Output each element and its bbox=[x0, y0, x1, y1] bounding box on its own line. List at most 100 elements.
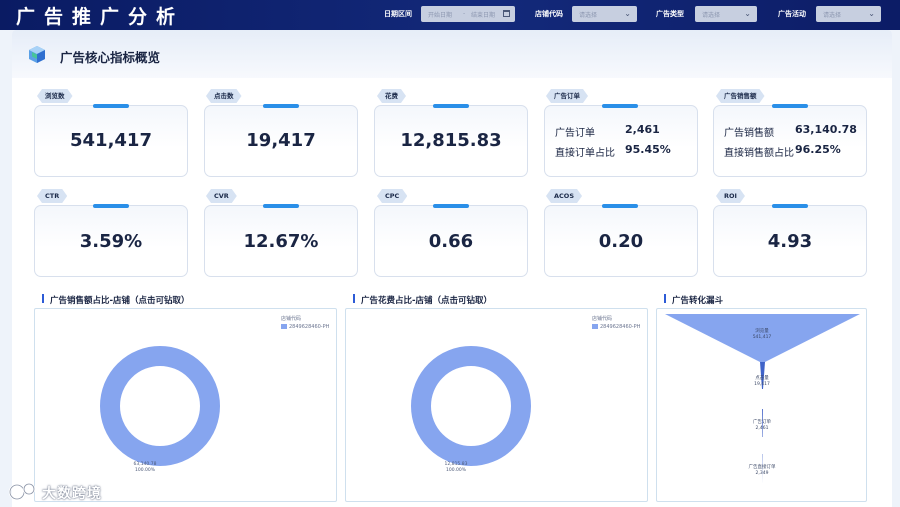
cube-icon bbox=[29, 46, 45, 63]
legend-item[interactable]: 2849628460-PH bbox=[592, 324, 640, 330]
campaign-placeholder: 请选择 bbox=[823, 12, 842, 19]
funnel-label-views: 浏览量 541,417 bbox=[747, 329, 777, 341]
kpi-value: 4.93 bbox=[767, 231, 813, 252]
sales-label: 广告销售额 bbox=[724, 128, 774, 139]
legend-label: 2849628460-PH bbox=[289, 324, 330, 330]
kpi-card-views[interactable]: 541,417 bbox=[34, 105, 188, 177]
legend-swatch bbox=[281, 324, 287, 329]
shop-code-select[interactable]: 请选择 ⌄ bbox=[572, 6, 637, 22]
sales-value: 63,140.78 bbox=[795, 123, 857, 136]
orders-label: 广告订单 bbox=[555, 128, 595, 139]
calendar-icon[interactable] bbox=[503, 10, 510, 17]
direct-orders-ratio-value: 95.45% bbox=[625, 143, 671, 156]
title-marker bbox=[353, 294, 355, 303]
spend-donut[interactable] bbox=[406, 341, 536, 471]
top-bar: 广告推广分析 日期区间 开始日期 - 结束日期 店铺代码 请选择 ⌄ 广告类型 … bbox=[0, 0, 900, 30]
kpi-card-orders[interactable]: 广告订单 2,461 直接订单占比 95.45% bbox=[544, 105, 698, 177]
spend-percent-label: 100.00% bbox=[445, 468, 467, 473]
sales-share-chart[interactable]: 店铺代码 2849628460-PH 63,140.78 100.00% bbox=[34, 308, 337, 502]
kpi-tag-cpc: CPC bbox=[377, 189, 407, 203]
kpi-value: 0.20 bbox=[598, 231, 644, 252]
funnel-title: 广告转化漏斗 bbox=[672, 296, 724, 306]
section-title: 广告核心指标概览 bbox=[60, 50, 161, 65]
kpi-value: 541,417 bbox=[70, 130, 152, 151]
date-start-input[interactable]: 开始日期 bbox=[428, 10, 452, 19]
ad-type-select[interactable]: 请选择 ⌄ bbox=[695, 6, 757, 22]
chevron-down-icon: ⌄ bbox=[624, 9, 631, 18]
campaign-label: 广告活动 bbox=[778, 10, 806, 18]
card-accent bbox=[433, 104, 469, 108]
legend-item[interactable]: 2849628460-PH bbox=[281, 324, 329, 330]
legend-swatch bbox=[592, 324, 598, 329]
kpi-value: 12.67% bbox=[243, 231, 319, 252]
ad-type-placeholder: 请选择 bbox=[702, 12, 721, 19]
kpi-tag-acos: ACOS bbox=[546, 189, 582, 203]
card-accent bbox=[93, 104, 129, 108]
legend-label: 2849628460-PH bbox=[600, 324, 641, 330]
funnel-stage-value: 2,349 bbox=[755, 471, 769, 476]
card-accent bbox=[263, 104, 299, 108]
kpi-card-ctr[interactable]: 3.59% bbox=[34, 205, 188, 277]
kpi-tag-roi: ROI bbox=[716, 189, 745, 203]
funnel-stage-value: 541,417 bbox=[752, 335, 772, 340]
funnel-stage-value: 2,461 bbox=[755, 426, 769, 431]
funnel-label-clicks: 点击量 19,417 bbox=[747, 376, 777, 388]
funnel-chart[interactable]: 浏览量 541,417 点击量 19,417 广告订单 2,461 广告直接订单… bbox=[656, 308, 867, 502]
main-panel: 广告核心指标概览 541,417 19,417 12,815.83 广告订单 2… bbox=[12, 30, 892, 507]
kpi-card-clicks[interactable]: 19,417 bbox=[204, 105, 358, 177]
shop-code-placeholder: 请选择 bbox=[579, 12, 598, 19]
kpi-tag-views: 浏览数 bbox=[37, 89, 73, 103]
spend-share-chart[interactable]: 店铺代码 2849628460-PH 12,815.83 100.00% bbox=[345, 308, 648, 502]
date-end-input[interactable]: 结束日期 bbox=[471, 10, 495, 19]
direct-sales-ratio-value: 96.25% bbox=[795, 143, 841, 156]
card-accent bbox=[602, 204, 638, 208]
orders-value: 2,461 bbox=[625, 123, 660, 136]
kpi-value: 0.66 bbox=[428, 231, 474, 252]
sales-donut-label: 63,140.78 100.00% bbox=[130, 462, 160, 474]
kpi-card-cvr[interactable]: 12.67% bbox=[204, 205, 358, 277]
card-accent bbox=[263, 204, 299, 208]
watermark-logo-icon bbox=[8, 482, 36, 501]
campaign-select[interactable]: 请选择 ⌄ bbox=[816, 6, 881, 22]
kpi-tag-clicks: 点击数 bbox=[206, 89, 242, 103]
direct-sales-ratio-label: 直接销售额占比 bbox=[724, 148, 794, 159]
card-accent bbox=[93, 204, 129, 208]
title-marker bbox=[664, 294, 666, 303]
title-marker bbox=[42, 294, 44, 303]
chevron-down-icon: ⌄ bbox=[744, 9, 751, 18]
shop-code-label: 店铺代码 bbox=[535, 10, 563, 18]
kpi-card-sales[interactable]: 广告销售额 63,140.78 直接销售额占比 96.25% bbox=[713, 105, 867, 177]
kpi-value: 3.59% bbox=[79, 231, 143, 252]
card-accent bbox=[772, 204, 808, 208]
kpi-card-spend[interactable]: 12,815.83 bbox=[374, 105, 528, 177]
watermark-text: 大数跨境 bbox=[42, 486, 102, 502]
sales-donut[interactable] bbox=[95, 341, 225, 471]
kpi-tag-spend: 花费 bbox=[377, 89, 406, 103]
sales-ring-slice bbox=[100, 346, 220, 466]
chevron-down-icon: ⌄ bbox=[868, 9, 875, 18]
direct-orders-ratio-label: 直接订单占比 bbox=[555, 148, 615, 159]
kpi-card-roi[interactable]: 4.93 bbox=[713, 205, 867, 277]
card-accent bbox=[602, 104, 638, 108]
date-separator: - bbox=[463, 10, 466, 17]
funnel-label-direct-orders: 广告直接订单 2,349 bbox=[739, 465, 785, 477]
section-header: 广告核心指标概览 bbox=[12, 30, 892, 78]
kpi-value: 12,815.83 bbox=[400, 130, 502, 151]
legend-title: 店铺代码 bbox=[281, 316, 302, 322]
kpi-value: 19,417 bbox=[246, 130, 316, 151]
card-accent bbox=[772, 104, 808, 108]
card-accent bbox=[433, 204, 469, 208]
kpi-tag-sales: 广告销售额 bbox=[716, 89, 765, 103]
ad-type-label: 广告类型 bbox=[656, 10, 684, 18]
funnel-stage-value: 19,417 bbox=[754, 382, 770, 387]
kpi-card-acos[interactable]: 0.20 bbox=[544, 205, 698, 277]
kpi-card-cpc[interactable]: 0.66 bbox=[374, 205, 528, 277]
sales-percent-label: 100.00% bbox=[134, 468, 156, 473]
date-range-picker[interactable]: 开始日期 - 结束日期 bbox=[421, 6, 515, 22]
spend-ring-slice bbox=[411, 346, 531, 466]
spend-share-title: 广告花费占比-店铺（点击可钻取） bbox=[361, 296, 493, 306]
funnel-label-orders: 广告订单 2,461 bbox=[743, 420, 781, 432]
legend-title: 店铺代码 bbox=[592, 316, 613, 322]
spend-donut-label: 12,815.83 100.00% bbox=[441, 462, 471, 474]
app-title: 广告推广分析 bbox=[16, 6, 185, 28]
